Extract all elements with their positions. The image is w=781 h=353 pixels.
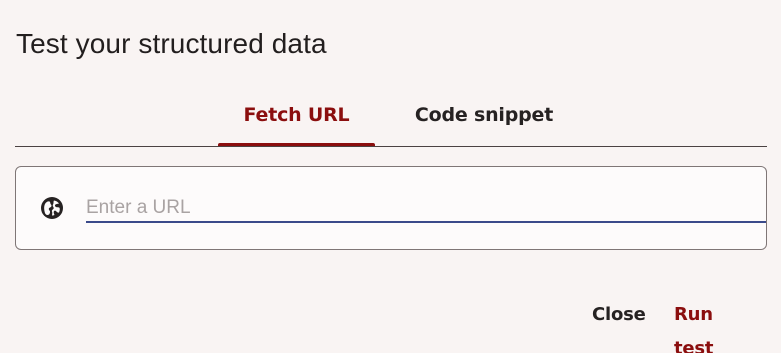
globe-icon bbox=[41, 197, 63, 219]
tab-fetch-url-label: Fetch URL bbox=[243, 104, 350, 126]
tab-code-snippet[interactable]: Code snippet bbox=[390, 92, 578, 145]
test-structured-data-dialog: Test your structured data Fetch URL Code… bbox=[0, 0, 781, 353]
url-input[interactable] bbox=[86, 191, 766, 223]
tab-fetch-url[interactable]: Fetch URL bbox=[218, 92, 375, 146]
close-button[interactable]: Close bbox=[592, 298, 650, 332]
dialog-title: Test your structured data bbox=[16, 28, 327, 59]
active-tab-indicator bbox=[218, 143, 375, 146]
tab-code-snippet-label: Code snippet bbox=[414, 104, 554, 126]
run-test-button[interactable]: Run test bbox=[674, 298, 754, 353]
url-field-container bbox=[15, 166, 767, 250]
tab-bar: Fetch URL Code snippet bbox=[15, 92, 767, 147]
